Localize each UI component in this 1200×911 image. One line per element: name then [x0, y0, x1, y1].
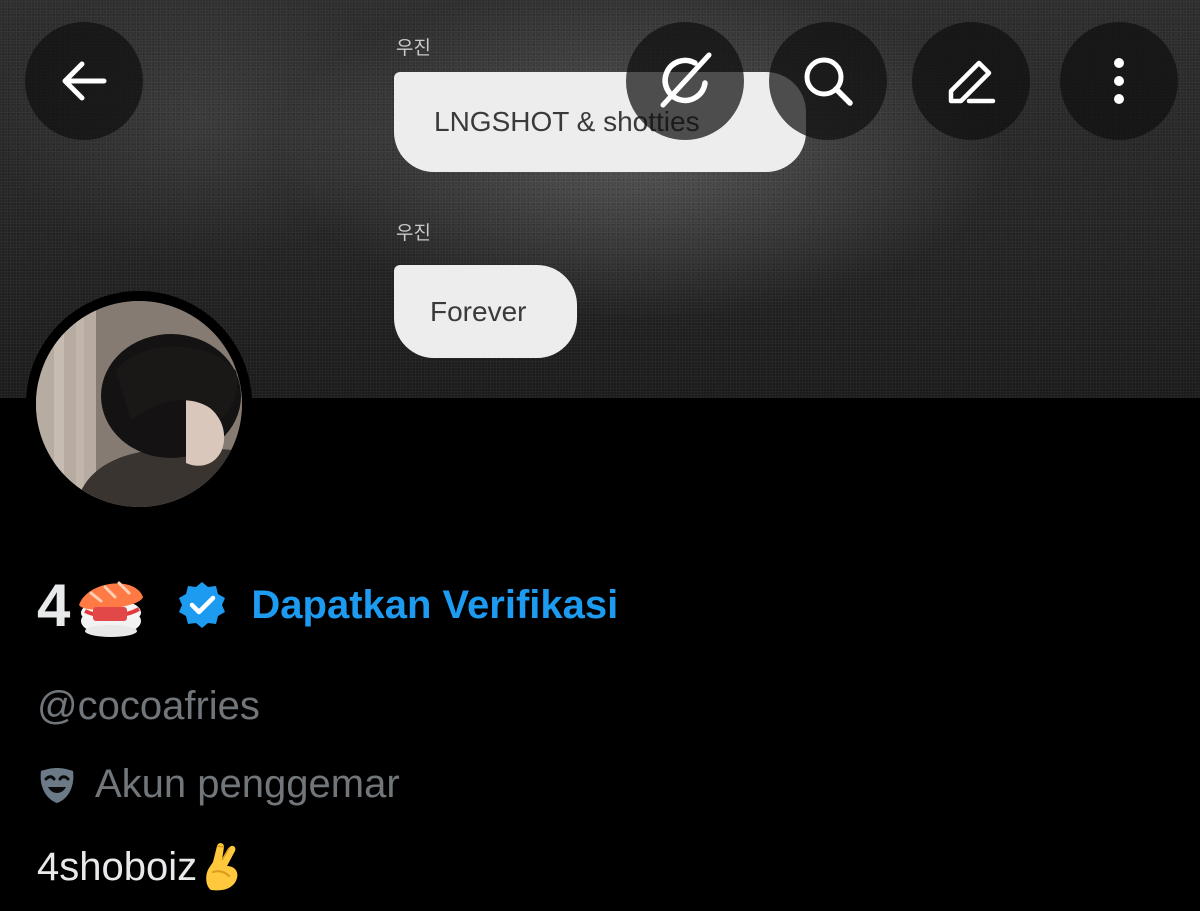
chat-bubble-text: Forever [430, 295, 527, 327]
chat-sender-name: 우진 [396, 222, 431, 244]
profile-name-row: 4 Dapatkan Verifikasi [37, 565, 618, 645]
crossed-fingers-emoji-icon [206, 843, 238, 891]
chat-bubble: LNGSHOT & shotties [394, 72, 806, 172]
grok-button[interactable] [626, 22, 744, 140]
chat-sender-name: 우진 [396, 37, 431, 59]
back-arrow-icon [62, 61, 107, 101]
more-options-button[interactable] [1060, 22, 1178, 140]
search-button[interactable] [769, 22, 887, 140]
profile-bio: 4shoboiz [37, 842, 245, 892]
edit-icon [948, 60, 996, 104]
verified-badge-icon [179, 582, 226, 628]
avatar-photo [36, 301, 242, 507]
fan-account-label-row: Akun penggemar [37, 762, 400, 807]
get-verified-link[interactable]: Dapatkan Verifikasi [251, 583, 618, 628]
sushi-emoji-icon [79, 581, 144, 637]
more-vertical-icon [1114, 58, 1124, 104]
bio-text: 4shoboiz [37, 844, 198, 889]
chat-bubble: Forever [394, 265, 577, 358]
avatar-portrait [36, 301, 242, 507]
fan-account-label: Akun penggemar [95, 762, 400, 806]
grok-icon [660, 52, 712, 108]
search-icon [804, 57, 853, 106]
theater-mask-icon [40, 767, 74, 803]
display-name: 4 [37, 571, 70, 639]
edit-button[interactable] [912, 22, 1030, 140]
back-button[interactable] [25, 22, 143, 140]
profile-handle: @cocoafries [37, 684, 260, 728]
profile-avatar[interactable] [26, 291, 252, 517]
